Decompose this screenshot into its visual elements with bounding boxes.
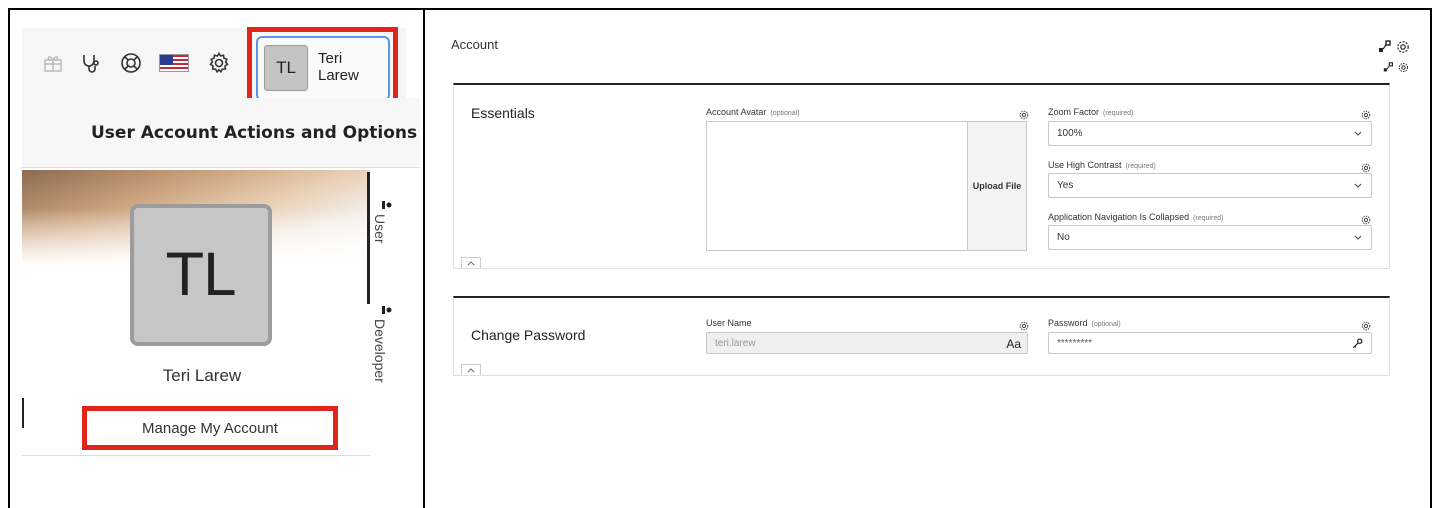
upload-file-button[interactable]: Upload File <box>967 122 1026 250</box>
tab-developer[interactable]: Developer <box>370 305 410 405</box>
high-contrast-select[interactable]: Yes <box>1048 173 1372 198</box>
chevron-up-icon <box>467 367 475 372</box>
avatar-upload-box[interactable]: Upload File <box>706 121 1027 251</box>
nav-collapsed-field-label: Application Navigation Is Collapsed (requ… <box>1048 212 1224 222</box>
gear-icon[interactable] <box>1396 40 1410 54</box>
tab-user[interactable]: User <box>370 200 410 290</box>
gear-icon[interactable] <box>1361 212 1371 225</box>
essentials-title: Essentials <box>471 105 535 121</box>
profile-hero: TL Teri Larew <box>22 170 370 406</box>
collapse-section-button[interactable] <box>461 257 481 268</box>
user-menu-panel: TL Teri Larew User Account Actions and O… <box>10 10 423 508</box>
gear-icon[interactable] <box>1398 62 1409 73</box>
link-icon[interactable] <box>1383 62 1394 73</box>
gear-icon[interactable] <box>1019 107 1029 120</box>
developer-icon <box>382 306 392 314</box>
gear-icon[interactable] <box>206 50 232 76</box>
edge-line <box>22 398 24 428</box>
us-flag-icon[interactable] <box>159 54 189 72</box>
avatar-field-label: Account Avatar (optional) <box>706 107 800 117</box>
profile-name: Teri Larew <box>162 366 242 385</box>
password-field[interactable]: ********* <box>1048 332 1372 354</box>
zoom-factor-select[interactable]: 100% <box>1048 121 1372 146</box>
gear-icon[interactable] <box>1361 160 1371 173</box>
stethoscope-icon[interactable] <box>78 50 104 76</box>
username-field: teri.larew Aa <box>706 332 1028 354</box>
manage-my-account-button[interactable]: Manage My Account <box>90 414 330 442</box>
gift-icon[interactable] <box>40 50 66 76</box>
gear-icon[interactable] <box>1361 318 1371 331</box>
collapse-section-button[interactable] <box>461 364 481 375</box>
essentials-card: Essentials Account Avatar (optional) Uplo… <box>453 83 1390 269</box>
gear-icon[interactable] <box>1361 107 1371 120</box>
user-account-button[interactable]: TL Teri Larew <box>256 36 390 101</box>
chevron-down-icon <box>1354 235 1362 240</box>
avatar: TL <box>264 45 308 91</box>
zoom-field-label: Zoom Factor (required) <box>1048 107 1134 117</box>
gear-icon[interactable] <box>1019 318 1029 331</box>
chevron-up-icon <box>467 260 475 265</box>
chevron-down-icon <box>1354 131 1362 136</box>
contrast-field-label: Use High Contrast (required) <box>1048 160 1156 170</box>
user-button-name: Teri Larew <box>318 50 359 84</box>
account-page: Account Essentials Account Avatar (option… <box>425 10 1430 508</box>
change-password-title: Change Password <box>471 327 586 343</box>
user-icon <box>382 201 392 209</box>
username-field-label: User Name <box>706 318 752 328</box>
chevron-down-icon <box>1354 183 1362 188</box>
key-icon[interactable] <box>1352 338 1363 349</box>
menu-header: User Account Actions and Options <box>22 98 420 168</box>
nav-collapsed-select[interactable]: No <box>1048 225 1372 250</box>
page-tools <box>1378 38 1418 78</box>
lifebuoy-icon[interactable] <box>118 50 144 76</box>
password-field-label: Password (optional) <box>1048 318 1121 328</box>
profile-avatar: TL <box>130 204 272 346</box>
text-format-icon: Aa <box>1006 337 1021 351</box>
change-password-card: Change Password User Name teri.larew Aa … <box>453 296 1390 376</box>
menu-bottom-divider <box>22 455 370 456</box>
link-icon[interactable] <box>1378 40 1392 54</box>
page-title: Account <box>451 37 498 52</box>
